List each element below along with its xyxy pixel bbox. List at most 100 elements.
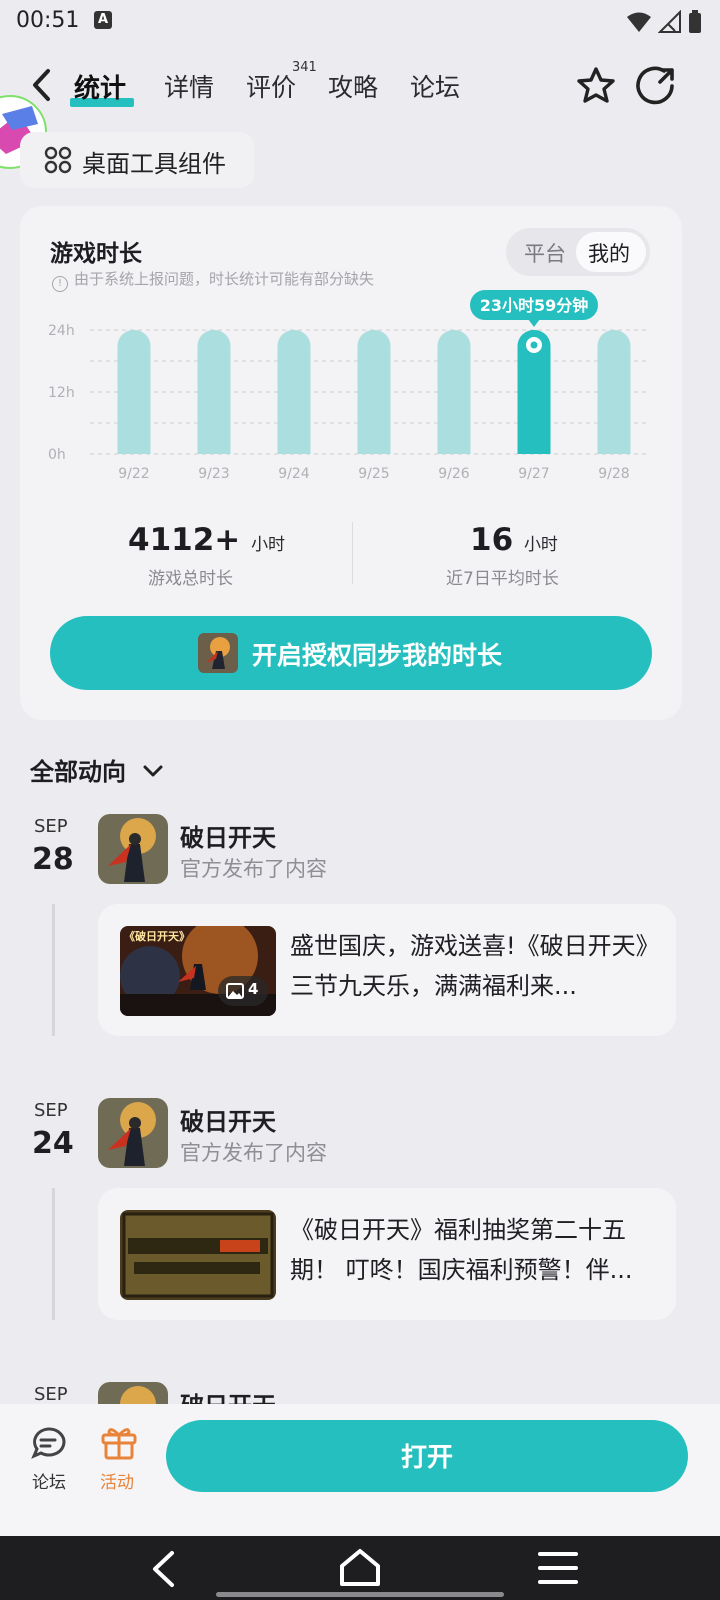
segment-platform[interactable]: 平台 — [524, 238, 566, 268]
feed-game-name[interactable]: 破日开天 — [180, 818, 276, 853]
chart-xtick-label: 9/24 — [278, 466, 310, 482]
system-menu-icon[interactable] — [538, 1550, 578, 1586]
stat-divider — [352, 522, 353, 584]
tab-details[interactable]: 详情 — [164, 68, 214, 104]
sync-button-label: 开启授权同步我的时长 — [252, 641, 503, 670]
notification-icon: A — [94, 11, 112, 29]
avg-playtime: 16 小时 — [470, 522, 558, 558]
open-game-button[interactable]: 打开 — [166, 1420, 688, 1492]
wifi-icon — [627, 12, 651, 32]
chart-bar — [597, 330, 631, 454]
chart-highlight-dot-inner — [530, 341, 538, 349]
forum-shortcut[interactable]: 论坛 — [26, 1424, 72, 1496]
chart-bar-base — [517, 438, 551, 454]
total-playtime-label: 游戏总时长 — [148, 569, 233, 589]
favorite-star-icon[interactable] — [574, 64, 618, 108]
timeline-line — [52, 1188, 55, 1320]
review-count-badge: 341 — [292, 60, 317, 75]
widget-chip-label: 桌面工具组件 — [82, 150, 226, 178]
timeline-line — [52, 904, 55, 1036]
top-nav: 统计 详情 评价 341 攻略 论坛 — [0, 54, 720, 120]
open-button-label: 打开 — [400, 1443, 453, 1473]
chart-bar-base — [197, 438, 231, 454]
segment-mine[interactable]: 我的 — [588, 238, 630, 268]
tab-stats[interactable]: 统计 — [74, 68, 126, 105]
chevron-down-icon — [143, 765, 163, 777]
game-thumb-icon — [198, 633, 238, 673]
chart-bar — [277, 330, 311, 454]
desktop-widget-chip[interactable]: 桌面工具组件 — [20, 132, 254, 188]
activity-label: 活动 — [100, 1473, 134, 1493]
chart-xtick-label: 9/23 — [198, 466, 229, 482]
chart-xtick-label: 9/28 — [598, 466, 629, 482]
chart-ytick-label: 24h — [48, 323, 75, 339]
avg-playtime-label: 近7日平均时长 — [446, 569, 559, 589]
gift-icon — [101, 1428, 137, 1460]
feed-filter-dropdown[interactable]: 全部动向 — [30, 752, 164, 787]
feed-game-name[interactable]: 破日开天 — [180, 1102, 276, 1137]
game-avatar[interactable] — [98, 814, 168, 884]
post-text: 《破日开天》福利抽奖第二十五期！ 叮咚！国庆福利预警！伴... — [290, 1216, 633, 1284]
feed-month: SEP — [34, 816, 68, 837]
total-playtime-unit: 小时 — [251, 535, 286, 555]
battery-icon — [689, 10, 701, 33]
chart-xtick-label: 9/26 — [438, 466, 470, 482]
feed-month: SEP — [34, 1100, 68, 1121]
chart-bar-base — [357, 438, 391, 454]
post-image-title: 《破日开天》 — [124, 930, 190, 943]
feed-day: 28 — [32, 842, 74, 877]
post-image — [120, 1210, 276, 1300]
playtime-note-text: 由于系统上报问题，时长统计可能有部分缺失 — [74, 270, 375, 288]
system-back-icon[interactable] — [148, 1550, 178, 1588]
chart-bar-base — [437, 438, 471, 454]
chart-tooltip-label: 23小时59分钟 — [480, 296, 589, 315]
playtime-title: 游戏时长 — [50, 241, 142, 267]
feed-post[interactable]: 《破日开天》福利抽奖第二十五期！ 叮咚！国庆福利预警！伴... — [98, 1188, 676, 1320]
status-icons — [626, 8, 702, 36]
signal-icon — [658, 10, 681, 33]
tab-forum[interactable]: 论坛 — [410, 68, 460, 104]
chart-xtick-label: 9/25 — [358, 466, 389, 482]
feed-post[interactable]: 《破日开天》 4 盛世国庆，游戏送喜!《破日开天》三节九天乐，满满福利来... — [98, 904, 676, 1036]
image-count-badge: 4 — [218, 976, 268, 1006]
chart-xtick-label: 9/27 — [518, 466, 549, 482]
avg-playtime-unit: 小时 — [523, 535, 558, 555]
info-icon: ! — [52, 276, 68, 292]
chart-bar — [117, 330, 151, 454]
chart-bar-base — [277, 438, 311, 454]
chart-bar-base — [597, 438, 631, 454]
feed-month: SEP — [34, 1384, 68, 1405]
status-bar: 00:51 A — [0, 0, 720, 46]
tab-reviews[interactable]: 评价 — [246, 68, 296, 104]
chart-ytick-label: 0h — [48, 447, 66, 463]
playtime-bar-chart: 24h 12h 0h 9/22 9/23 9/24 9/25 9/26 9/27 23小时59分钟… — [48, 290, 650, 482]
post-text: 盛世国庆，游戏送喜!《破日开天》三节九天乐，满满福利来... — [290, 932, 648, 1000]
feed-sub: 官方发布了内容 — [180, 857, 327, 881]
gallery-icon — [226, 983, 244, 999]
feed-day: 24 — [32, 1126, 74, 1161]
widget-grid-icon — [44, 146, 72, 174]
game-avatar[interactable] — [98, 1098, 168, 1168]
total-playtime-value: 4112+ — [128, 522, 241, 558]
source-segment-control: 平台 我的 — [506, 228, 650, 276]
sync-playtime-button[interactable]: 开启授权同步我的时长 — [50, 616, 652, 690]
image-count: 4 — [248, 980, 259, 998]
system-home-icon[interactable] — [338, 1546, 382, 1588]
forum-chat-icon — [31, 1427, 66, 1459]
avg-playtime-value: 16 — [470, 522, 514, 558]
chart-tooltip-pointer — [528, 319, 540, 327]
feed-filter-label: 全部动向 — [30, 758, 126, 786]
chart-bar — [197, 330, 231, 454]
chart-bar — [357, 330, 391, 454]
chart-xtick-label: 9/22 — [118, 466, 149, 482]
playtime-note: ! 由于系统上报问题，时长统计可能有部分缺失 — [52, 268, 374, 292]
post-image: 《破日开天》 4 — [120, 926, 276, 1016]
chart-bar-base — [117, 438, 151, 454]
tab-guides[interactable]: 攻略 — [328, 68, 378, 104]
activity-shortcut[interactable]: 活动 — [96, 1424, 142, 1496]
share-icon[interactable] — [634, 64, 678, 108]
feed-sub: 官方发布了内容 — [180, 1141, 327, 1165]
status-time: 00:51 — [16, 8, 80, 33]
chart-ytick-label: 12h — [48, 385, 75, 401]
gesture-handle — [216, 1592, 504, 1597]
